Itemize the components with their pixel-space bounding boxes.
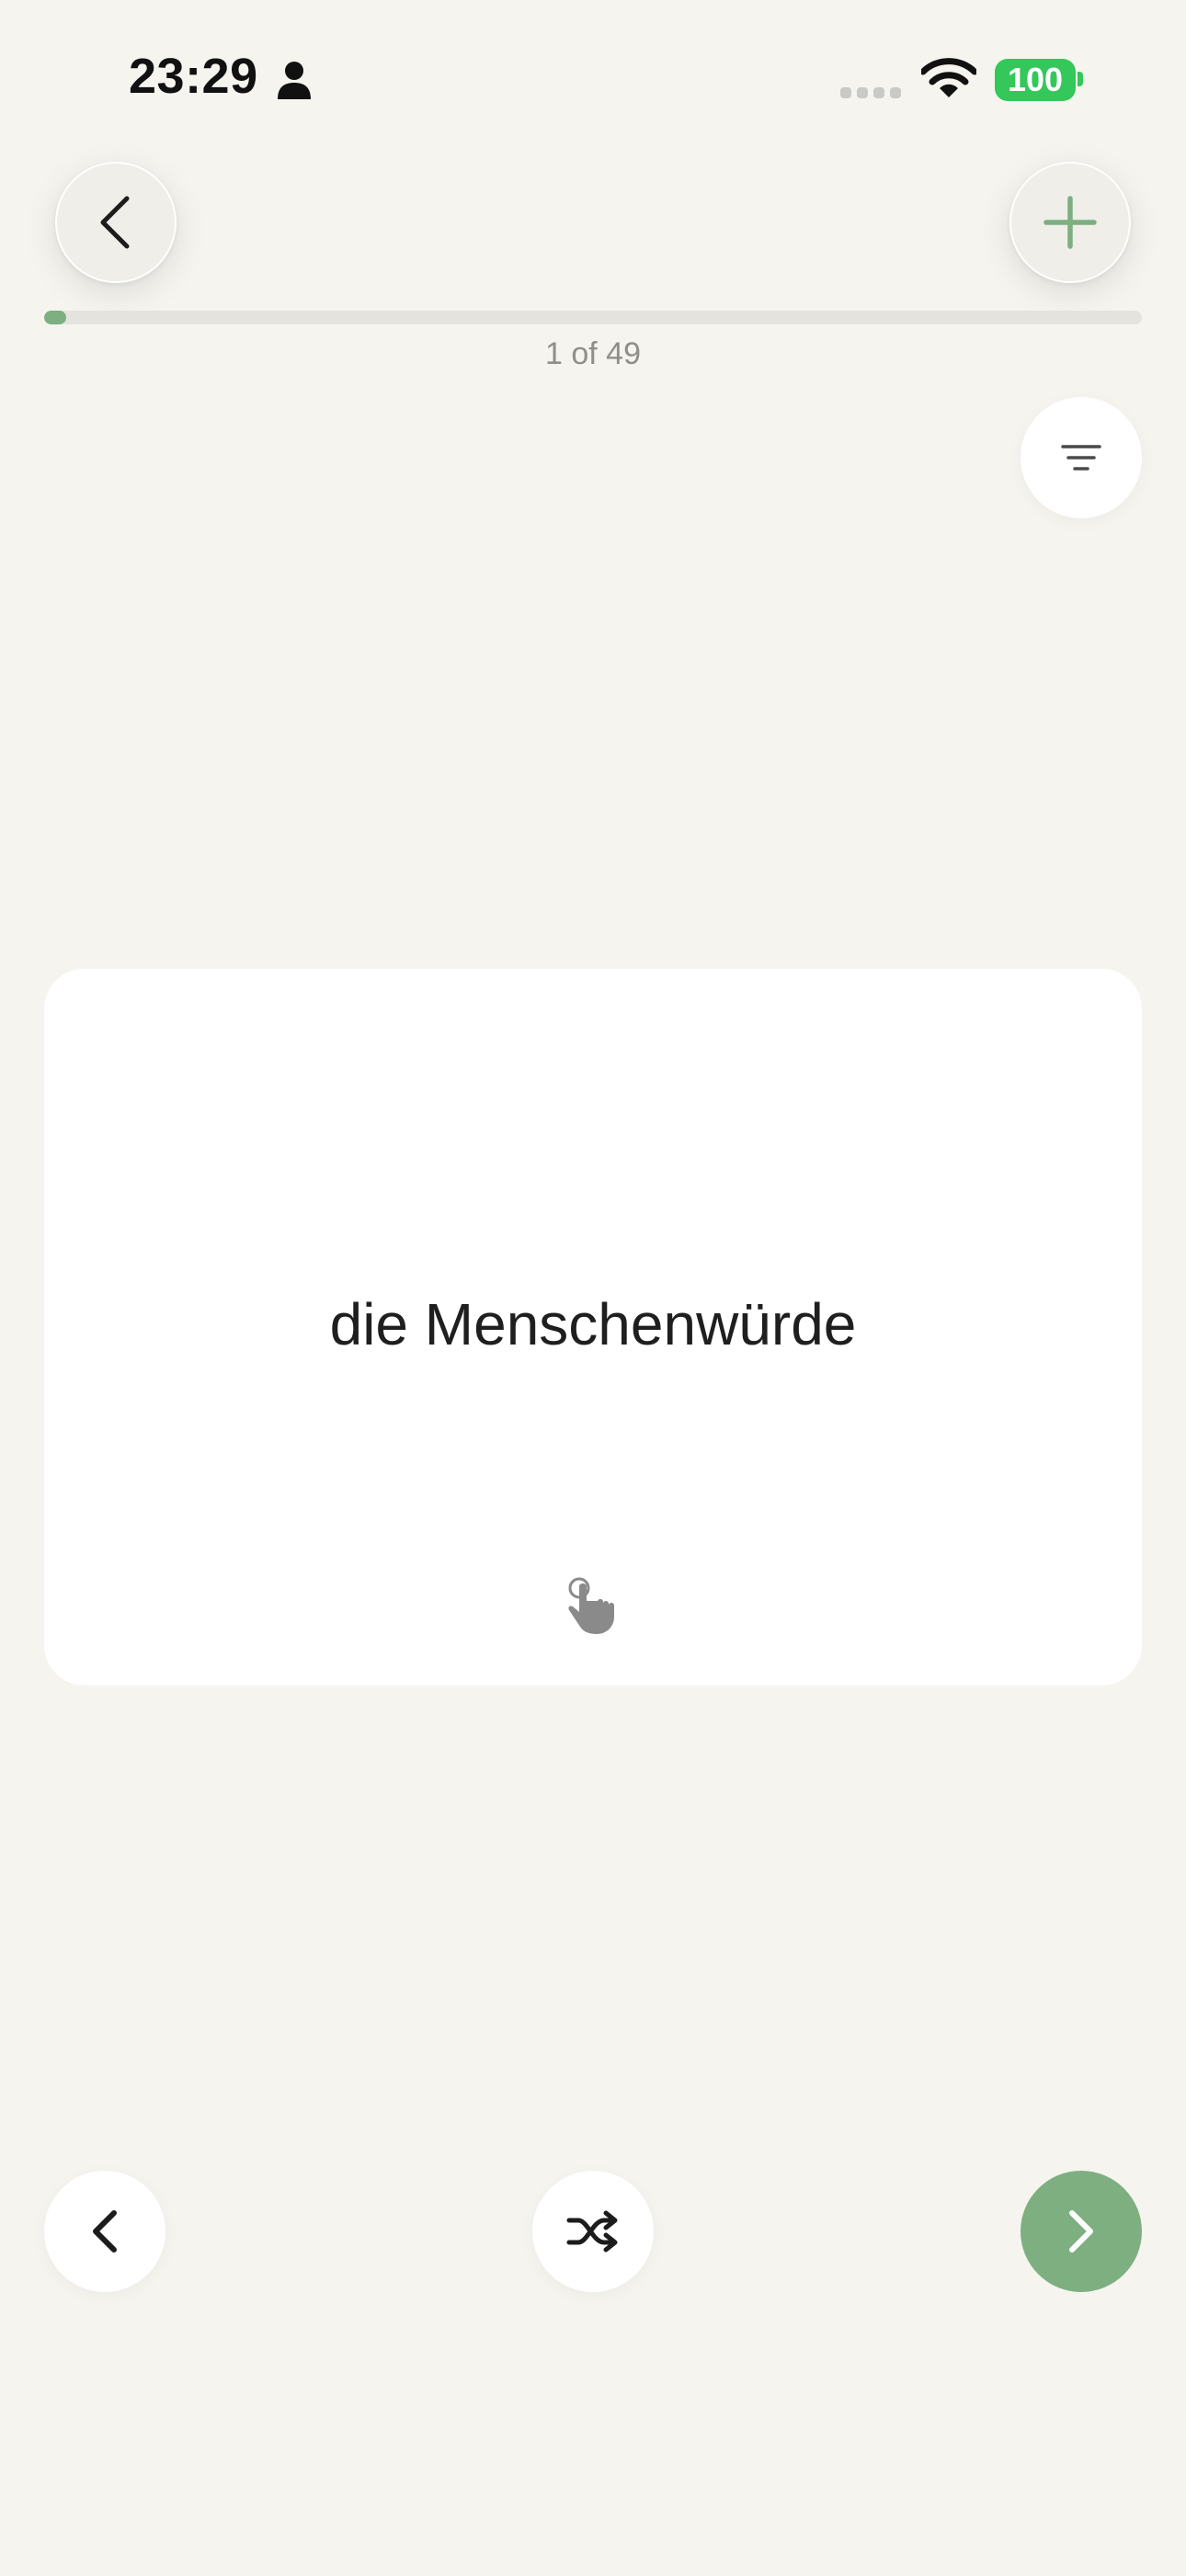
- flashcard[interactable]: die Menschenwürde: [44, 969, 1142, 1685]
- flashcard-term: die Menschenwürde: [329, 1291, 857, 1357]
- chevron-left-icon: [100, 196, 130, 249]
- filter-button[interactable]: [1021, 397, 1142, 518]
- battery-indicator: 100: [995, 59, 1076, 101]
- person-icon: [278, 62, 311, 99]
- wifi-icon: [921, 58, 976, 97]
- progress-fill: [44, 311, 67, 324]
- cellular-signal-icon: [840, 87, 901, 98]
- progress-bar: [44, 311, 1142, 324]
- battery-tip: [1078, 72, 1083, 86]
- chevron-left-icon: [93, 2210, 117, 2253]
- flashcard-screen: 23:29 100 1 of 49 die Menschenwürde: [0, 0, 1186, 2576]
- previous-card-button[interactable]: [44, 2171, 165, 2292]
- next-card-button[interactable]: [1021, 2171, 1142, 2292]
- shuffle-icon: [566, 2210, 618, 2253]
- progress-label: 1 of 49: [545, 336, 641, 371]
- plus-icon: [1043, 196, 1097, 249]
- add-card-button[interactable]: [1009, 162, 1131, 283]
- filter-lines-icon: [1061, 445, 1101, 471]
- chevron-right-icon: [1069, 2210, 1093, 2253]
- shuffle-button[interactable]: [532, 2171, 654, 2292]
- back-button[interactable]: [55, 162, 177, 283]
- status-time: 23:29: [129, 49, 258, 104]
- tap-hand-icon: [568, 1577, 614, 1634]
